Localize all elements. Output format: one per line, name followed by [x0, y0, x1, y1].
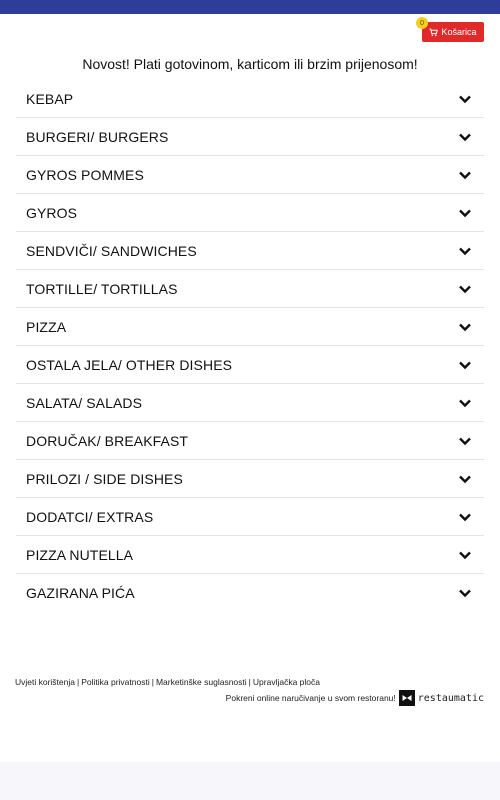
- footer-separator: |: [151, 677, 154, 687]
- menu-category-breakfast[interactable]: DORUČAK/ BREAKFAST: [16, 422, 484, 460]
- menu-category-side-dishes[interactable]: PRILOZI / SIDE DISHES: [16, 460, 484, 498]
- menu-category-label: PRILOZI / SIDE DISHES: [26, 470, 183, 487]
- menu-category-sandwiches[interactable]: SENDVIČI/ SANDWICHES: [16, 232, 484, 270]
- powered-by-text: Pokreni online naručivanje u svom restor…: [225, 693, 396, 703]
- menu-category-label: PIZZA: [26, 318, 67, 335]
- cart-count-badge: 0: [416, 17, 428, 29]
- dashboard-link[interactable]: Upravljačka ploča: [253, 677, 320, 687]
- menu-category-salads[interactable]: SALATA/ SALADS: [16, 384, 484, 422]
- menu-category-tortillas[interactable]: TORTILLE/ TORTILLAS: [16, 270, 484, 308]
- menu-category-label: GAZIRANA PIĆA: [26, 585, 135, 601]
- restaumatic-brand: restaumatic: [417, 692, 484, 704]
- chevron-down-icon: [459, 285, 471, 293]
- menu-category-label: DORUČAK/ BREAKFAST: [26, 432, 189, 449]
- menu-category-label: BURGERI/ BURGERS: [26, 128, 169, 145]
- chevron-down-icon: [459, 95, 471, 103]
- menu-category-extras[interactable]: DODATCI/ EXTRAS: [16, 498, 484, 536]
- chevron-down-icon: [459, 133, 471, 141]
- menu-category-label: SALATA/ SALADS: [26, 394, 143, 411]
- footer-separator: |: [77, 677, 80, 687]
- menu-category-label: PIZZA NUTELLA: [26, 546, 134, 563]
- chevron-down-icon: [459, 513, 471, 521]
- chevron-down-icon: [459, 475, 471, 483]
- menu-category-burgers[interactable]: BURGERI/ BURGERS: [16, 118, 484, 156]
- top-bar: [0, 0, 500, 14]
- menu-category-list: KEBAP BURGERI/ BURGERS GYROS POMMES GYRO…: [16, 80, 484, 612]
- privacy-policy-link[interactable]: Politika privatnosti: [81, 677, 150, 687]
- marketing-consents-link[interactable]: Marketinške suglasnosti: [156, 677, 247, 687]
- menu-category-label: KEBAP: [26, 90, 74, 107]
- menu-category-gyros-pommes[interactable]: GYROS POMMES: [16, 156, 484, 194]
- chevron-down-icon: [459, 589, 471, 598]
- menu-category-label: SENDVIČI/ SANDWICHES: [26, 242, 197, 259]
- menu-category-gyros[interactable]: GYROS: [16, 194, 484, 232]
- chevron-down-icon: [459, 209, 471, 217]
- cart-button[interactable]: 0 Košarica: [416, 17, 484, 42]
- chevron-down-icon: [459, 247, 471, 255]
- chevron-down-icon: [459, 437, 471, 445]
- menu-category-pizza-nutella[interactable]: PIZZA NUTELLA: [16, 536, 484, 574]
- cart-label: Košarica: [441, 27, 477, 37]
- cart-icon: [430, 28, 439, 36]
- menu-category-label: DODATCI/ EXTRAS: [26, 508, 154, 525]
- menu-category-soft-drinks[interactable]: GAZIRANA PIĆA: [16, 574, 484, 612]
- chevron-down-icon: [459, 551, 471, 559]
- chevron-down-icon: [459, 171, 471, 179]
- menu-category-label: OSTALA JELA/ OTHER DISHES: [26, 356, 233, 373]
- menu-category-pizza[interactable]: PIZZA: [16, 308, 484, 346]
- powered-by-restaumatic[interactable]: Pokreni online naručivanje u svom restor…: [226, 690, 484, 706]
- chevron-down-icon: [459, 399, 471, 407]
- payment-notice: Novost! Plati gotovinom, karticom ili br…: [82, 56, 418, 72]
- terms-link[interactable]: Uvjeti korištenja: [15, 677, 75, 687]
- footer-links: Uvjeti korištenja | Politika privatnosti | M…: [15, 677, 320, 687]
- bottom-band: [0, 762, 500, 800]
- menu-category-kebap[interactable]: KEBAP: [16, 80, 484, 118]
- footer-separator: |: [248, 677, 251, 687]
- restaumatic-logo-icon: [398, 690, 415, 706]
- menu-category-label: TORTILLE/ TORTILLAS: [26, 280, 178, 297]
- chevron-down-icon: [459, 361, 471, 369]
- chevron-down-icon: [459, 323, 471, 331]
- menu-category-other-dishes[interactable]: OSTALA JELA/ OTHER DISHES: [16, 346, 484, 384]
- menu-category-label: GYROS: [26, 204, 78, 221]
- menu-category-label: GYROS POMMES: [26, 166, 144, 183]
